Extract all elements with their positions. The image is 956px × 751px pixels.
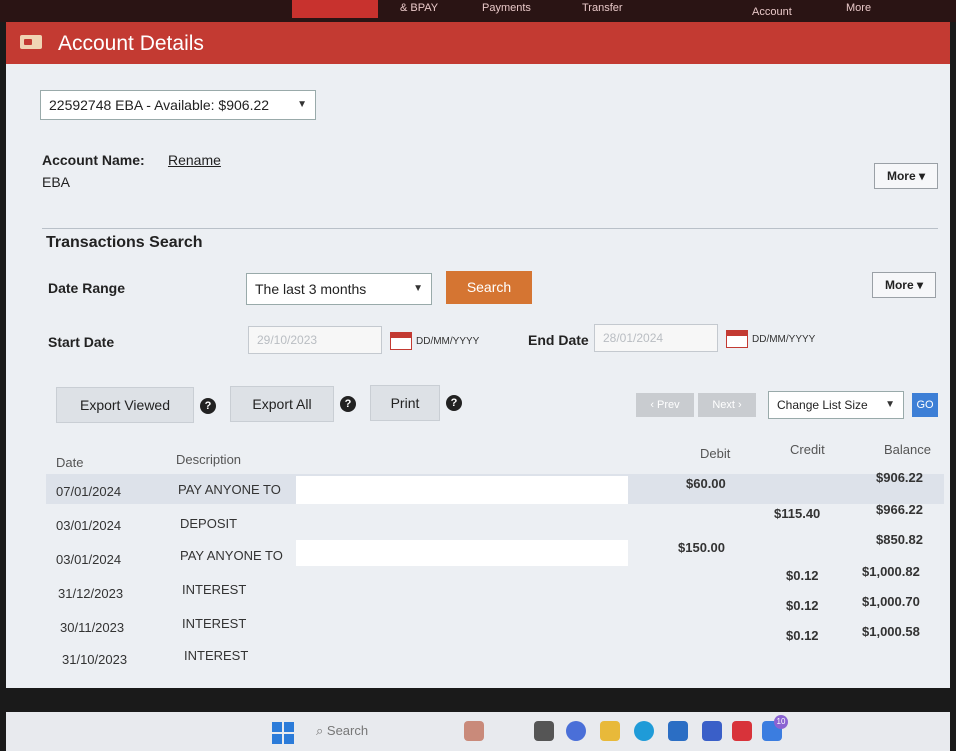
calendar-icon[interactable] (726, 330, 748, 348)
table-row-description: PAY ANYONE TO (178, 482, 281, 497)
end-date-input[interactable]: 28/01/2024 (594, 324, 718, 352)
col-header-description: Description (176, 452, 242, 467)
chevron-down-icon: ▼ (297, 99, 307, 110)
export-all-button[interactable]: Export All (230, 386, 334, 422)
start-date-label: Start Date (48, 334, 115, 350)
col-header-credit: Credit (790, 442, 825, 457)
page-header: Account Details (6, 22, 950, 64)
transactions-search-heading: Transactions Search (46, 234, 203, 251)
table-row-balance: $1,000.70 (862, 594, 920, 609)
page-title: Account Details (58, 32, 204, 55)
table-row-description: DEPOSIT (180, 516, 238, 531)
start-date-input[interactable]: 29/10/2023 (248, 326, 382, 354)
table-row-date: 03/01/2024 (56, 552, 122, 567)
nav-active-tab[interactable] (292, 0, 378, 18)
calendar-icon[interactable] (390, 332, 412, 350)
table-row-balance: $906.22 (876, 470, 923, 485)
help-icon[interactable]: ? (446, 395, 462, 411)
col-header-date: Date (56, 455, 84, 470)
taskbar-search[interactable]: ⌕ Search (316, 723, 368, 739)
task-view-icon[interactable] (534, 721, 554, 741)
end-date-label: End Date (528, 332, 589, 348)
store-icon[interactable] (668, 721, 688, 741)
account-card-icon (20, 35, 42, 49)
edge-browser-icon[interactable] (634, 721, 654, 741)
rename-link[interactable]: Rename (168, 152, 221, 168)
table-row-credit: $0.12 (786, 628, 819, 643)
table-row-date: 31/10/2023 (62, 652, 128, 667)
table-row-date: 31/12/2023 (58, 586, 124, 601)
file-explorer-icon[interactable] (600, 721, 620, 741)
windows-start-icon[interactable] (272, 722, 294, 744)
account-select-value: 22592748 EBA - Available: $906.22 (49, 97, 270, 113)
account-select[interactable]: 22592748 EBA - Available: $906.22 ▼ (40, 90, 316, 120)
table-row-date: 07/01/2024 (56, 484, 122, 499)
notification-badge: 10 (774, 715, 788, 729)
help-icon[interactable]: ? (340, 396, 356, 412)
col-header-balance: Balance (884, 442, 931, 457)
table-row-description: INTEREST (182, 616, 247, 631)
date-range-value: The last 3 months (255, 281, 367, 297)
nav-more[interactable]: More (846, 2, 871, 14)
help-icon[interactable]: ? (200, 398, 216, 414)
chat-icon[interactable] (566, 721, 586, 741)
prev-page-button[interactable]: ‹ Prev (636, 393, 694, 417)
mcafee-icon[interactable] (732, 721, 752, 741)
table-row-credit: $0.12 (786, 598, 819, 613)
account-details-panel (6, 64, 950, 688)
section-divider (42, 228, 938, 229)
nav-new-account[interactable]: Account (752, 6, 792, 18)
start-date-format: DD/MM/YYYY (416, 336, 480, 347)
table-row-credit: $0.12 (786, 568, 819, 583)
table-row-date: 30/11/2023 (60, 620, 125, 635)
table-row-description: INTEREST (184, 648, 249, 663)
date-range-label: Date Range (48, 280, 126, 296)
redacted-payee (296, 476, 628, 504)
table-row-balance: $1,000.82 (862, 564, 920, 579)
app-icon[interactable] (702, 721, 722, 741)
table-row-balance: $1,000.58 (862, 624, 920, 639)
account-name-label: Account Name: (42, 152, 145, 168)
chevron-down-icon: ▼ (413, 283, 423, 294)
next-page-button[interactable]: Next › (698, 393, 756, 417)
nav-bpay[interactable]: & BPAY (400, 2, 438, 14)
print-button[interactable]: Print (370, 385, 440, 421)
nav-transfer[interactable]: Transfer (582, 2, 623, 14)
widgets-icon[interactable] (464, 721, 484, 741)
date-range-select[interactable]: The last 3 months ▼ (246, 273, 432, 305)
teams-icon[interactable]: 10 (762, 715, 788, 741)
table-row-balance: $850.82 (876, 532, 923, 547)
go-button[interactable]: GO (912, 393, 938, 417)
table-row-credit: $115.40 (774, 506, 821, 521)
table-row-debit: $60.00 (686, 476, 726, 491)
account-name-value: EBA (42, 174, 71, 190)
windows-taskbar: ⌕ Search 10 (6, 712, 950, 751)
end-date-format: DD/MM/YYYY (752, 334, 816, 345)
table-row-debit: $150.00 (678, 540, 725, 555)
table-row-description: PAY ANYONE TO (180, 548, 283, 563)
table-row-description: INTEREST (182, 582, 247, 597)
chevron-down-icon: ▼ (885, 399, 895, 410)
search-button[interactable]: Search (446, 271, 532, 304)
export-viewed-button[interactable]: Export Viewed (56, 387, 194, 423)
list-size-select[interactable]: Change List Size ▼ (768, 391, 904, 419)
table-row-balance: $966.22 (876, 502, 923, 517)
list-size-value: Change List Size (777, 398, 868, 412)
search-more-button[interactable]: More ▾ (872, 272, 936, 298)
account-more-button[interactable]: More ▾ (874, 163, 938, 189)
col-header-debit: Debit (700, 446, 731, 461)
nav-payments[interactable]: Payments (482, 2, 531, 14)
redacted-payee (296, 540, 628, 566)
top-navigation: & BPAY Payments Transfer Account More (0, 0, 956, 22)
table-row-date: 03/01/2024 (56, 518, 122, 533)
